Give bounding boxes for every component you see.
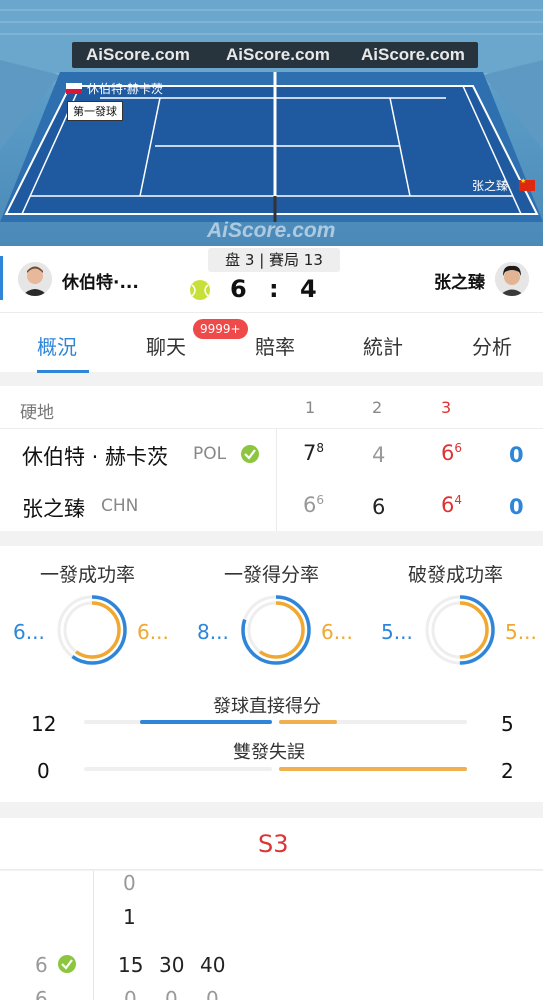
poland-flag-icon bbox=[66, 83, 82, 94]
stat-ring bbox=[425, 595, 495, 665]
set1-games: 66 bbox=[303, 493, 325, 517]
court-player1-label: 休伯特·赫卡茨 bbox=[87, 82, 163, 96]
set-header: 1 bbox=[305, 398, 316, 417]
stat-right-value: 5... bbox=[505, 620, 537, 644]
bar-left-value: 12 bbox=[31, 712, 57, 736]
court-surface: 硬地 bbox=[20, 403, 54, 423]
game-count: 6 bbox=[35, 987, 48, 1000]
player2-country: CHN bbox=[101, 496, 139, 516]
divider bbox=[93, 871, 94, 1000]
set3-games: 64 bbox=[441, 493, 463, 517]
bar-fill-right bbox=[279, 767, 467, 771]
set-game-info: 盘 3 | 賽局 13 bbox=[208, 248, 340, 272]
tab-overview[interactable]: 概況 bbox=[37, 331, 77, 360]
bar-fill-right bbox=[279, 720, 338, 724]
point-score: 40 bbox=[200, 953, 226, 977]
set1-games: 78 bbox=[303, 441, 325, 465]
tab-stats[interactable]: 統計 bbox=[363, 331, 403, 360]
point-score: 0 bbox=[206, 987, 219, 1000]
set3-header[interactable]: S3 bbox=[0, 818, 543, 870]
player2-name[interactable]: 张之臻 bbox=[434, 268, 485, 293]
bar-right-value: 2 bbox=[501, 759, 514, 783]
set-score-table: 硬地 1 2 3 休伯特 · 赫卡茨 POL 78 4 66 0 张之臻 CHN… bbox=[0, 386, 543, 531]
point-score: 0 bbox=[123, 871, 136, 895]
point-score: 30 bbox=[159, 953, 185, 977]
watermark-text: AiScore.com bbox=[361, 45, 465, 64]
tab-bar: 概況 聊天 9999+ 賠率 統計 分析 bbox=[0, 312, 543, 373]
stat-right-value: 6... bbox=[137, 620, 169, 644]
set2-games: 4 bbox=[372, 443, 386, 467]
set-header-current: 3 bbox=[441, 398, 452, 417]
player1-country: POL bbox=[193, 444, 227, 464]
player1-name[interactable]: 休伯特·... bbox=[62, 268, 139, 293]
match-page: { "watermark": "AiScore.com", "court": {… bbox=[0, 0, 543, 1000]
divider bbox=[276, 429, 277, 531]
point-score: 0 bbox=[124, 987, 137, 1000]
score-separator: : bbox=[269, 275, 279, 303]
tab-analysis[interactable]: 分析 bbox=[472, 331, 512, 360]
bar-left-value: 0 bbox=[37, 759, 50, 783]
serving-check-icon bbox=[58, 955, 76, 973]
point-score: 0 bbox=[165, 987, 178, 1000]
tennis-ball-icon bbox=[190, 280, 210, 300]
bar-track bbox=[84, 767, 272, 771]
player2-score: 4 bbox=[300, 275, 317, 303]
china-flag-icon bbox=[519, 177, 535, 191]
accent-line bbox=[0, 256, 3, 300]
set2-games: 6 bbox=[372, 495, 386, 519]
court-player2-label: 张之臻 bbox=[472, 179, 509, 193]
bar-stat-title: 發球直接得分 bbox=[213, 696, 321, 717]
player1-name[interactable]: 休伯特 · 赫卡茨 bbox=[22, 441, 168, 471]
stat-title: 一發成功率 bbox=[40, 564, 136, 586]
set-header: 2 bbox=[372, 398, 383, 417]
point-by-point-list: 0 1 6 15 30 40 6 0 0 0 bbox=[0, 871, 543, 1000]
set3-games: 66 bbox=[441, 441, 463, 465]
current-points: 0 bbox=[509, 495, 524, 519]
bar-right-value: 5 bbox=[501, 712, 514, 736]
tennis-court-graphic bbox=[0, 0, 543, 222]
stat-left-value: 8... bbox=[197, 620, 229, 644]
stat-title: 一發得分率 bbox=[224, 564, 320, 586]
court-visualization: AiScore.com AiScore.com AiScore.com 休伯特·… bbox=[0, 0, 543, 246]
stat-left-value: 6... bbox=[13, 620, 45, 644]
bar-fill-left bbox=[140, 720, 272, 724]
tab-odds[interactable]: 賠率 bbox=[255, 331, 295, 360]
court-watermark: AiScore.com bbox=[207, 219, 336, 242]
chat-count-badge: 9999+ bbox=[193, 319, 248, 339]
match-stats-panel: 一發成功率 一發得分率 破發成功率 6... 6... 8... 6... 5.… bbox=[0, 546, 543, 802]
point-score: 1 bbox=[123, 905, 136, 929]
watermark-text: AiScore.com bbox=[86, 45, 190, 64]
first-serve-label: 第一發球 bbox=[67, 101, 123, 121]
stat-ring bbox=[57, 595, 127, 665]
set3-label: S3 bbox=[258, 830, 289, 858]
watermark-text: AiScore.com bbox=[226, 45, 330, 64]
point-score: 15 bbox=[118, 953, 144, 977]
player2-name[interactable]: 张之臻 bbox=[22, 493, 85, 523]
current-points: 0 bbox=[509, 443, 524, 467]
bar-stat-title: 雙發失誤 bbox=[233, 742, 305, 763]
player1-score: 6 bbox=[230, 275, 247, 303]
divider bbox=[0, 428, 543, 429]
player2-avatar[interactable] bbox=[495, 262, 529, 296]
player1-avatar[interactable] bbox=[18, 262, 52, 296]
active-tab-indicator bbox=[37, 370, 89, 373]
stat-right-value: 6... bbox=[321, 620, 353, 644]
stat-ring bbox=[241, 595, 311, 665]
serving-check-icon bbox=[241, 445, 259, 463]
stat-left-value: 5... bbox=[381, 620, 413, 644]
score-bar: 休伯特·... 盘 3 | 賽局 13 6 : 4 张之臻 bbox=[0, 246, 543, 312]
tab-chat[interactable]: 聊天 bbox=[146, 331, 186, 360]
stat-title: 破發成功率 bbox=[408, 564, 504, 586]
game-count: 6 bbox=[35, 953, 48, 977]
